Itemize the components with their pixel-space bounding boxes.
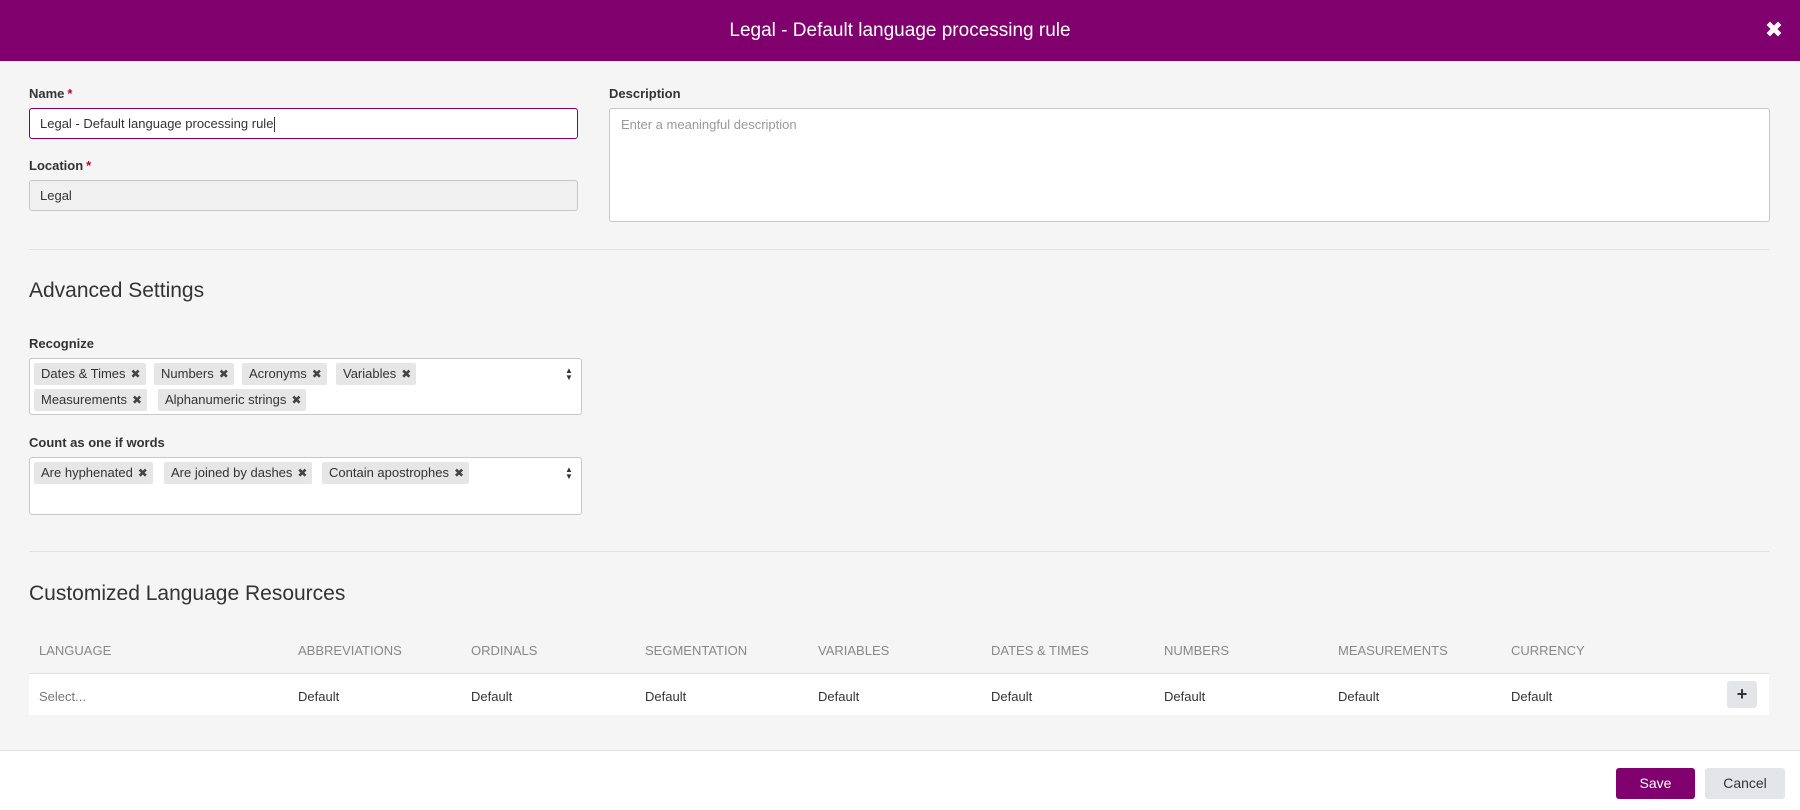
required-mark: *: [67, 86, 73, 101]
dates-times-cell[interactable]: Default: [991, 689, 1032, 704]
column-header-language: LANGUAGE: [39, 643, 112, 658]
section-divider: [29, 249, 1769, 250]
section-divider: [29, 551, 1769, 552]
tag-label: Contain apostrophes: [329, 465, 449, 480]
text-caret: [274, 117, 276, 133]
dialog-header: Legal - Default language processing rule…: [0, 0, 1800, 61]
tag-label: Dates & Times: [41, 366, 126, 381]
tag-label: Acronyms: [249, 366, 307, 381]
remove-tag-icon[interactable]: ✖: [297, 462, 307, 484]
location-label: Location *: [29, 158, 91, 173]
remove-tag-icon[interactable]: ✖: [138, 462, 148, 484]
ordinals-cell[interactable]: Default: [471, 689, 512, 704]
tag-alphanumeric-strings: Alphanumeric strings ✖: [158, 389, 307, 411]
measurements-cell[interactable]: Default: [1338, 689, 1379, 704]
location-input-value: Legal: [40, 188, 72, 203]
required-mark: *: [86, 158, 92, 173]
remove-tag-icon[interactable]: ✖: [219, 363, 229, 385]
tag-are-hyphenated: Are hyphenated ✖: [34, 462, 153, 484]
numbers-cell[interactable]: Default: [1164, 689, 1205, 704]
tag-measurements: Measurements ✖: [34, 389, 148, 411]
description-textarea[interactable]: Enter a meaningful description: [609, 108, 1770, 222]
description-placeholder: Enter a meaningful description: [621, 117, 797, 132]
name-input-value: Legal - Default language processing rule: [40, 116, 274, 131]
language-resources-title: Customized Language Resources: [29, 582, 346, 605]
tag-variables: Variables ✖: [336, 363, 417, 385]
column-header-dates-times: DATES & TIMES: [991, 643, 1089, 658]
sort-arrows-icon[interactable]: ▲ ▼: [563, 367, 575, 382]
cancel-button[interactable]: Cancel: [1705, 768, 1785, 799]
tag-acronyms: Acronyms ✖: [242, 363, 327, 385]
abbreviations-cell[interactable]: Default: [298, 689, 339, 704]
remove-tag-icon[interactable]: ✖: [291, 389, 301, 411]
count-as-one-label: Count as one if words: [29, 435, 165, 450]
dialog-footer: Save Cancel: [0, 750, 1800, 810]
tag-dates-times: Dates & Times ✖: [34, 363, 146, 385]
remove-tag-icon[interactable]: ✖: [312, 363, 322, 385]
language-select[interactable]: Select...: [39, 689, 86, 704]
column-header-segmentation: SEGMENTATION: [645, 643, 748, 658]
recognize-multiselect[interactable]: Dates & Times ✖ Numbers ✖ Acronyms ✖ Variab…: [29, 358, 582, 415]
name-label: Name *: [29, 86, 72, 101]
remove-tag-icon[interactable]: ✖: [401, 363, 411, 385]
tag-numbers: Numbers ✖: [154, 363, 234, 385]
segmentation-cell[interactable]: Default: [645, 689, 686, 704]
recognize-label: Recognize: [29, 336, 95, 351]
column-header-numbers: NUMBERS: [1164, 643, 1230, 658]
remove-tag-icon[interactable]: ✖: [454, 462, 464, 484]
column-header-currency: CURRENCY: [1511, 643, 1585, 658]
name-input[interactable]: Legal - Default language processing rule: [29, 108, 578, 139]
location-input[interactable]: Legal: [29, 180, 578, 211]
variables-cell[interactable]: Default: [818, 689, 859, 704]
column-header-ordinals: ORDINALS: [471, 643, 538, 658]
location-label-text: Location: [29, 158, 84, 173]
remove-tag-icon[interactable]: ✖: [132, 389, 142, 411]
dialog-title: Legal - Default language processing rule: [729, 20, 1071, 41]
tag-are-joined-by-dashes: Are joined by dashes ✖: [164, 462, 313, 484]
tag-label: Are hyphenated: [41, 465, 133, 480]
currency-cell[interactable]: Default: [1511, 689, 1552, 704]
plus-icon[interactable]: +: [1727, 681, 1757, 708]
sort-arrows-icon[interactable]: ▲ ▼: [563, 466, 575, 481]
name-label-text: Name: [29, 86, 65, 101]
count-as-one-multiselect[interactable]: Are hyphenated ✖ Are joined by dashes ✖ Co…: [29, 457, 582, 515]
column-header-measurements: MEASUREMENTS: [1338, 643, 1448, 658]
close-icon[interactable]: ✖: [1762, 18, 1786, 42]
tag-label: Are joined by dashes: [171, 465, 293, 480]
tag-label: Numbers: [161, 366, 214, 381]
tag-label: Alphanumeric strings: [165, 392, 287, 407]
tag-label: Variables: [343, 366, 397, 381]
remove-tag-icon[interactable]: ✖: [131, 363, 141, 385]
save-button[interactable]: Save: [1616, 768, 1695, 799]
table-row: Select... Default Default Default Defaul…: [29, 673, 1769, 715]
column-header-variables: VARIABLES: [818, 643, 890, 658]
tag-label: Measurements: [41, 392, 127, 407]
description-label: Description: [609, 86, 681, 101]
column-header-abbreviations: ABBREVIATIONS: [298, 643, 402, 658]
tag-contain-apostrophes: Contain apostrophes ✖: [322, 462, 470, 484]
advanced-settings-title: Advanced Settings: [29, 279, 205, 302]
